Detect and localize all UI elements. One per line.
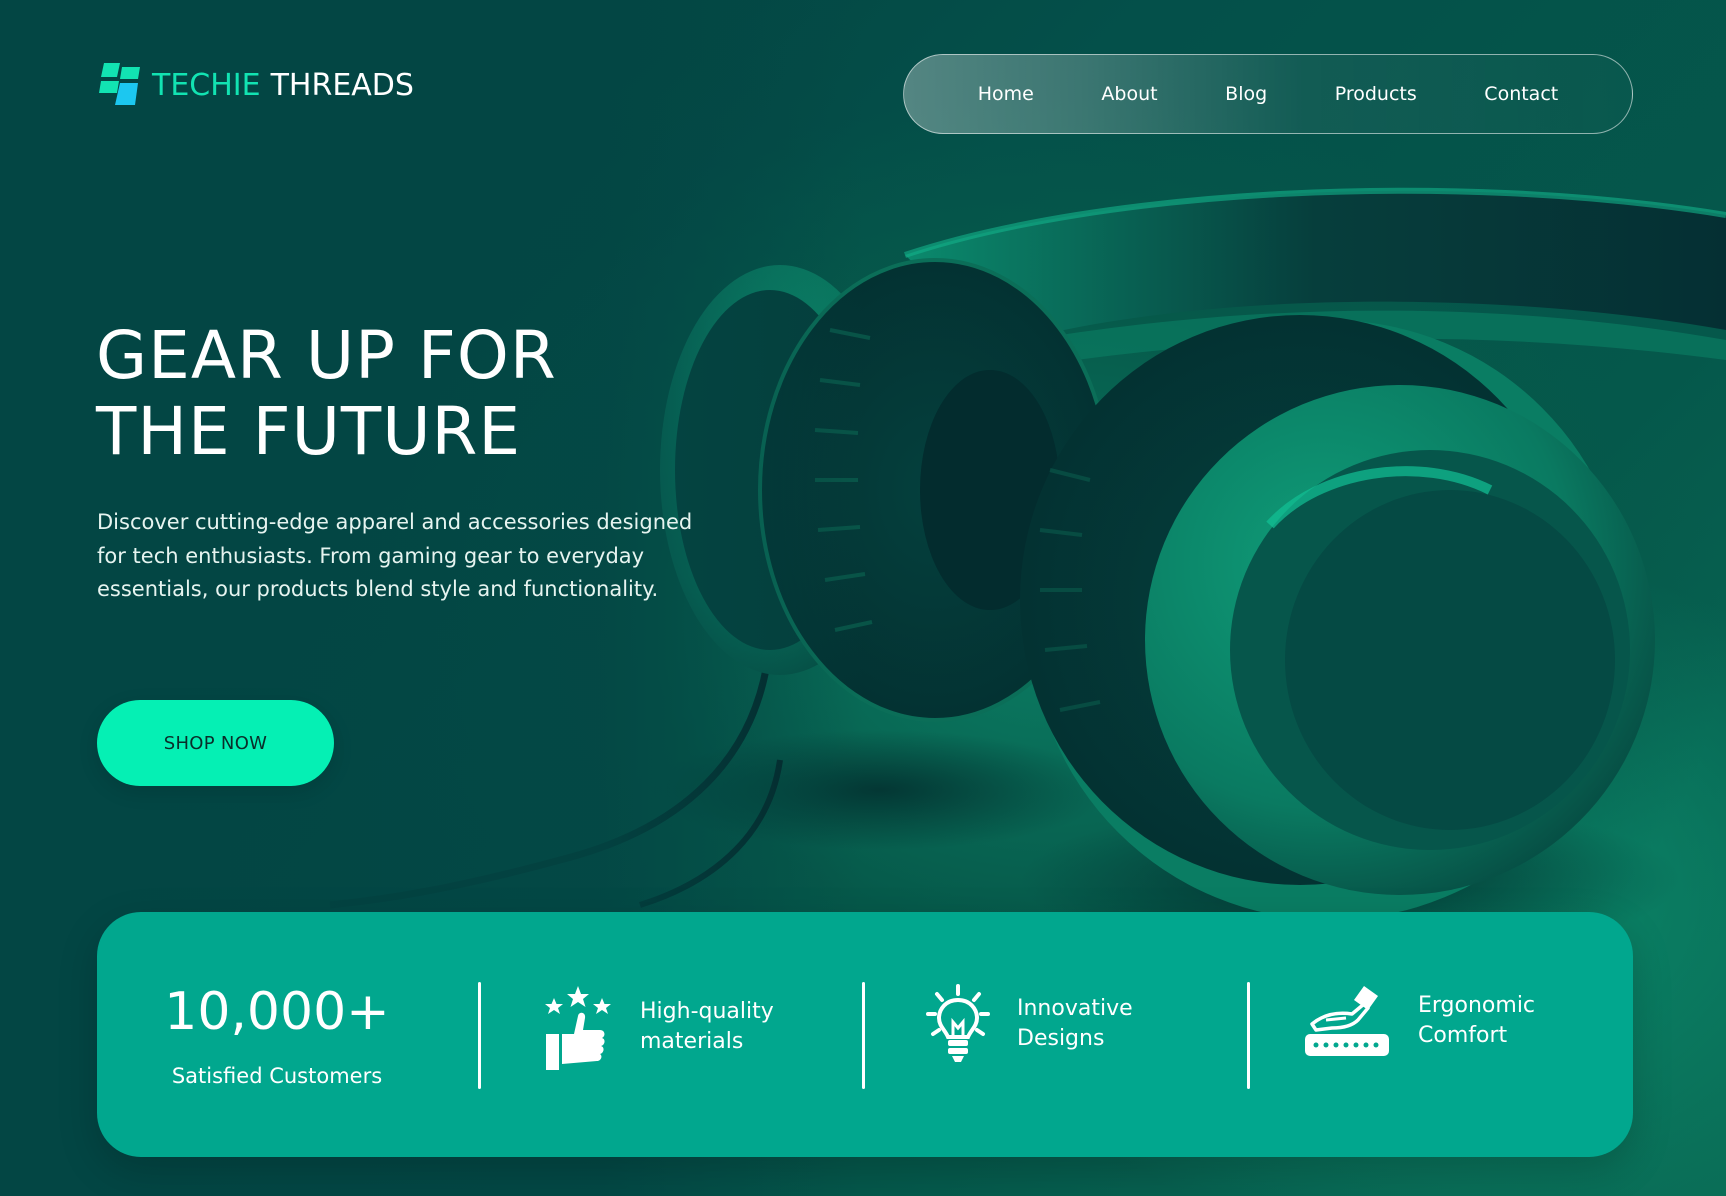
landing-page: TECHIE THREADS Home About Blog Products C… (0, 0, 1726, 1196)
nav-products-link[interactable]: Products (1335, 83, 1417, 105)
stats-divider (862, 982, 865, 1089)
feature-design-text: Innovative Designs (1017, 994, 1187, 1054)
feature-design: Innovative Designs (925, 984, 1187, 1064)
feature-comfort-line1: Ergonomic (1418, 993, 1536, 1018)
customers-label: Satisfied Customers (171, 1064, 383, 1088)
feature-design-line1: Innovative (1017, 996, 1133, 1021)
brand-name-part1: TECHIE (152, 67, 261, 103)
feature-quality-line2: materials (640, 1029, 744, 1054)
hero-title-line2: THE FUTURE (96, 393, 522, 470)
hand-cushion-icon (1305, 986, 1389, 1056)
main-nav: Home About Blog Products Contact (903, 54, 1633, 134)
stats-divider (478, 982, 481, 1089)
stacked-tiles-logo-icon (99, 63, 140, 105)
feature-quality-text: High-quality materials (640, 997, 810, 1057)
hero-description: Discover cutting-edge apparel and access… (97, 510, 693, 601)
nav-home-link[interactable]: Home (978, 83, 1034, 105)
shop-now-button[interactable]: SHOP NOW (97, 700, 334, 786)
feature-comfort-text: Ergonomic Comfort (1418, 991, 1588, 1051)
lightbulb-icon (926, 984, 990, 1062)
nav-about-link[interactable]: About (1101, 83, 1157, 105)
customers-count: 10,000+ (164, 982, 390, 1042)
thumbs-up-stars-icon (545, 986, 611, 1070)
feature-comfort: Ergonomic Comfort (1302, 984, 1588, 1058)
feature-quality-line1: High-quality (640, 999, 774, 1024)
stats-divider (1247, 982, 1250, 1089)
feature-comfort-line2: Comfort (1418, 1023, 1508, 1048)
feature-quality: High-quality materials (542, 984, 810, 1070)
brand-name-part2: THREADS (270, 67, 414, 103)
feature-design-line2: Designs (1017, 1026, 1105, 1051)
nav-blog-link[interactable]: Blog (1225, 83, 1267, 105)
nav-contact-link[interactable]: Contact (1484, 83, 1558, 105)
hero-title-line1: GEAR UP FOR (96, 317, 557, 394)
hero-title: GEAR UP FOR THE FUTURE (96, 318, 736, 470)
brand-logo[interactable]: TECHIE THREADS (98, 60, 414, 110)
stats-band: 10,000+ Satisfied Customers High-quality… (97, 912, 1633, 1157)
